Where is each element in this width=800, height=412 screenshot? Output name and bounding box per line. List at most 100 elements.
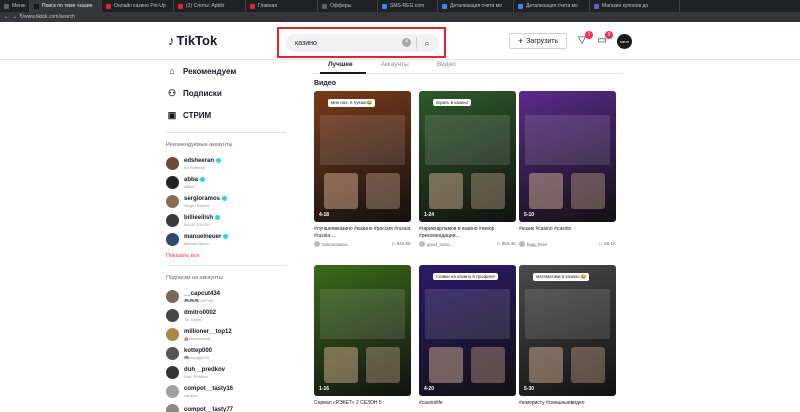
video-card[interactable]: 5-10 #казик #casino #casino bigg_broo ▷ 50.… xyxy=(519,91,616,247)
view-count: ▷ 843.5K xyxy=(392,241,411,247)
account-item[interactable]: sergioramos Sergio Ramos xyxy=(166,192,301,211)
video-duration: 1-16 xyxy=(319,386,330,392)
result-tab[interactable]: Видео xyxy=(421,60,468,73)
messages-icon[interactable]: ▭ 9 xyxy=(595,31,613,48)
author-avatar xyxy=(519,241,525,247)
tab-favicon-icon xyxy=(382,3,387,9)
plus-icon: + xyxy=(517,36,524,46)
account-names: duh__predkov Duh_Predkov xyxy=(184,367,225,379)
browser-tab[interactable]: Детализация счета мо xyxy=(438,0,514,12)
view-count: ▷ 50.1K xyxy=(600,241,616,247)
tiktok-logo[interactable]: ♪ TikTok xyxy=(168,33,217,48)
tab-favicon-icon xyxy=(594,3,599,9)
video-author[interactable]: zenoscasino... xyxy=(314,241,351,247)
inbox-filter-icon[interactable]: ▽ 1 xyxy=(575,31,593,48)
profile-avatar[interactable]: sarm xyxy=(617,34,632,49)
thumbnail-face xyxy=(529,173,563,209)
account-item[interactable]: dmitro0002 Tik Token xyxy=(166,306,301,325)
account-item[interactable]: millioner__top12 🎰Миллионер xyxy=(166,325,301,344)
browser-tab[interactable]: Магазин купонов до xyxy=(590,0,680,12)
verified-icon xyxy=(215,215,221,220)
account-item[interactable]: duh__predkov Duh_Predkov xyxy=(166,363,301,382)
browser-tab-label: SMS-REG.com xyxy=(390,3,425,9)
suggested-title: Рекомендуемые аккаунты xyxy=(166,142,233,148)
account-item[interactable]: edsheeran Ed Sheeran xyxy=(166,154,301,173)
video-duration: 4-20 xyxy=(424,386,435,392)
account-item[interactable]: abba ABBA xyxy=(166,173,301,192)
video-caption[interactable]: Сериал «РЭКЕТ» 2 СЕЗОН 5 xyxy=(314,400,411,412)
browser-tab[interactable]: SMS-REG.com xyxy=(378,0,438,12)
browser-tab-label: (2) Слоты: Apbitr xyxy=(186,3,225,9)
video-thumbnail[interactable]: математики в казино 😂 5-30 xyxy=(519,265,616,396)
result-tabs: Лучшее Аккаунты Видео xyxy=(312,60,622,74)
account-item[interactable]: compot__tasty16 compot xyxy=(166,382,301,401)
thumbnail-face xyxy=(571,173,605,209)
address-bar[interactable]: ← → ↻ www.tiktok.com/search xyxy=(0,12,800,22)
sidebar-nav-item[interactable]: ⚇ Подписки xyxy=(166,82,301,104)
tiktok-header: ♪ TikTok казино × ⌕ + Загрузить ▽ 1 ▭ 9 … xyxy=(0,22,800,60)
search-icon[interactable]: ⌕ xyxy=(421,36,433,50)
account-item[interactable]: kottep000 🎮котыдр000 xyxy=(166,344,301,363)
browser-tab[interactable]: Детализация счета мо xyxy=(514,0,590,12)
account-username: abba xyxy=(184,177,206,183)
video-duration: 1-24 xyxy=(424,212,435,218)
search-input[interactable]: казино × ⌕ xyxy=(286,34,439,52)
upload-button[interactable]: + Загрузить xyxy=(509,33,567,49)
video-author[interactable]: good_nono... xyxy=(419,241,453,247)
browser-tab[interactable]: Офферы xyxy=(318,0,378,12)
video-caption[interactable]: #казик #casino #casino xyxy=(519,226,616,239)
browser-tab[interactable]: Онлайн казино Pin-Up xyxy=(102,0,174,12)
video-meta: good_nono... ▷ 964.4K xyxy=(419,241,516,247)
browser-tab[interactable]: Главная xyxy=(246,0,318,12)
video-card[interactable]: играть в казино 1-24 #гарикхарламов в кази… xyxy=(419,91,516,247)
video-thumbnail[interactable]: играть в казино 1-24 xyxy=(419,91,516,222)
username-text: billieeilish xyxy=(184,214,214,221)
account-names: sergioramos Sergio Ramos xyxy=(184,196,228,208)
browser-tab[interactable]: Поиск по теме «казин xyxy=(30,0,102,12)
browser-tab-label: Главная xyxy=(258,3,278,9)
tab-favicon-icon xyxy=(4,3,9,9)
video-card[interactable]: 1-16 Сериал «РЭКЕТ» 2 СЕЗОН 5 xyxy=(314,265,411,412)
video-thumbnail[interactable]: 5-10 xyxy=(519,91,616,222)
tab-favicon-icon xyxy=(518,3,523,9)
view-count: ▷ 964.4K xyxy=(497,241,516,247)
account-display-name: 🎮🎮🎮 GilPvM xyxy=(184,297,213,303)
active-tab-underline xyxy=(320,72,366,74)
view-count-text: 50.1K xyxy=(604,241,616,246)
sidebar-nav-item[interactable]: ▣ СТРИМ xyxy=(166,104,301,126)
video-meta: bigg_broo ▷ 50.1K xyxy=(519,241,616,247)
account-item[interactable]: manuelneuer Manuel Neuer xyxy=(166,230,301,249)
avatar xyxy=(166,290,179,303)
video-caption[interactable]: #юмористу #смешныевидео xyxy=(519,400,616,412)
video-card[interactable]: математики в казино 😂 5-30 #юмористу #смеш… xyxy=(519,265,616,412)
sidebar-nav-item[interactable]: ⌂ Рекомендуем xyxy=(166,60,301,82)
account-item[interactable]: __capcut434 🎮🎮🎮 GilPvM xyxy=(166,287,301,306)
thumbnail-scene xyxy=(425,115,510,165)
account-display-name: ABBA xyxy=(184,183,195,189)
video-thumbnail[interactable]: ставки на казино в профиле 4-20 xyxy=(419,265,516,396)
browser-tab[interactable]: Меню xyxy=(0,0,30,12)
video-thumbnail[interactable]: мне пох, я лукаю😂 4-18 xyxy=(314,91,411,222)
upload-label: Загрузить xyxy=(526,37,559,45)
account-item[interactable]: compot__tasty77 xyxy=(166,401,301,412)
video-caption[interactable]: #гарикхарламов в казино #юмор #рекоменда… xyxy=(419,226,516,239)
live-icon: ▣ xyxy=(167,109,177,120)
video-card[interactable]: мне пох, я лукаю😂 4-18 #лучшеевказино #каз… xyxy=(314,91,411,247)
video-card[interactable]: ставки на казино в профиле 4-20 #casinolif… xyxy=(419,265,516,412)
author-name: good_nono... xyxy=(427,241,454,247)
avatar xyxy=(166,195,179,208)
account-display-name: 🎮котыдр000 xyxy=(184,354,209,360)
show-all-link[interactable]: Показать все xyxy=(166,253,301,259)
clear-search-icon[interactable]: × xyxy=(402,38,411,47)
video-thumbnail[interactable]: 1-16 xyxy=(314,265,411,396)
video-caption[interactable]: #casinolife xyxy=(419,400,516,412)
back-forward-icon[interactable]: ← → ↻ xyxy=(4,12,24,22)
account-item[interactable]: billieeilish BILLIE EILISH xyxy=(166,211,301,230)
video-author[interactable]: bigg_broo xyxy=(519,241,547,247)
sidebar-nav-label: Рекомендуем xyxy=(183,66,237,76)
browser-tab[interactable]: (2) Слоты: Apbitr xyxy=(174,0,246,12)
video-caption[interactable]: #лучшеевказино #казино #россия #russia #… xyxy=(314,226,411,239)
avatar xyxy=(166,157,179,170)
result-tab[interactable]: Аккаунты xyxy=(365,60,421,73)
sidebar: ⌂ Рекомендуем ⚇ Подписки ▣ СТРИМ Рекомендуемы… xyxy=(166,60,301,412)
